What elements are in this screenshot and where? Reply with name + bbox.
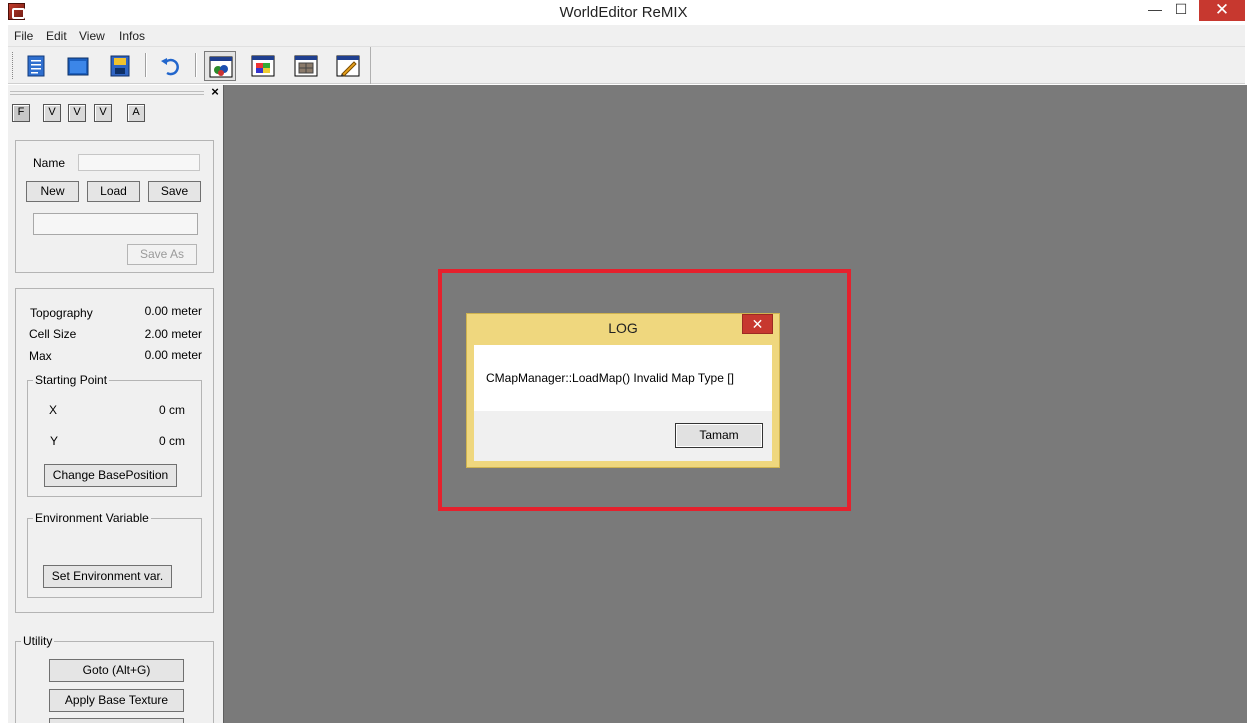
open-folder-icon	[67, 57, 89, 76]
save-map-button[interactable]: Save	[148, 181, 201, 202]
menu-edit[interactable]: Edit	[46, 29, 67, 43]
maximize-button[interactable]: ☐	[1168, 0, 1194, 21]
cell-size-label: Cell Size	[29, 327, 77, 341]
menu-view[interactable]: View	[79, 29, 105, 43]
log-dialog: LOG ✕ CMapManager::LoadMap() Invalid Map…	[466, 313, 780, 468]
menu-infos[interactable]: Infos	[119, 29, 145, 43]
panel-grip[interactable]	[10, 91, 204, 95]
undo-icon	[161, 58, 179, 76]
utility-extra-button[interactable]	[49, 718, 184, 723]
max-value: 0.00 meter	[144, 348, 202, 362]
object-view-button[interactable]	[204, 51, 236, 81]
map-path-field[interactable]	[33, 213, 198, 235]
utility-title: Utility	[21, 634, 55, 648]
object-view-icon	[209, 56, 233, 78]
topography-value: 0.00 meter	[144, 304, 202, 318]
brush-tool-button[interactable]	[332, 51, 364, 81]
new-document-button[interactable]	[20, 51, 52, 81]
x-value: 0 cm	[158, 403, 185, 417]
y-value: 0 cm	[158, 434, 185, 448]
grid-view-icon	[294, 55, 318, 77]
name-label: Name	[33, 156, 66, 170]
save-button[interactable]	[104, 51, 136, 81]
toolbar-separator	[145, 53, 147, 77]
dialog-title: LOG	[608, 320, 638, 336]
left-panel: × F V V V A Name New Load Save Save As T…	[8, 85, 223, 723]
toolbar-grip[interactable]	[12, 52, 15, 79]
dialog-message: CMapManager::LoadMap() Invalid Map Type …	[486, 371, 734, 385]
max-label: Max	[29, 349, 52, 363]
starting-point-title: Starting Point	[33, 373, 110, 387]
change-base-position-button[interactable]: Change BasePosition	[44, 464, 177, 487]
terrain-info-group: Topography 0.00 meter Cell Size 2.00 met…	[15, 288, 214, 613]
save-icon	[110, 55, 130, 77]
menu-file[interactable]: File	[14, 29, 33, 43]
set-environment-button[interactable]: Set Environment var.	[43, 565, 172, 588]
y-label: Y	[50, 434, 59, 448]
tab-f[interactable]: F	[12, 104, 30, 122]
window-title: WorldEditor ReMIX	[559, 4, 688, 21]
name-field[interactable]	[78, 154, 200, 171]
environment-variable-group: Environment Variable Set Environment var…	[27, 511, 202, 598]
menu-bar: File Edit View Infos	[8, 25, 1245, 47]
brush-tool-icon	[336, 55, 360, 77]
goto-button[interactable]: Goto (Alt+G)	[49, 659, 184, 682]
panel-close-button[interactable]: ×	[208, 85, 222, 99]
title-bar: WorldEditor ReMIX — ☐ ✕	[0, 0, 1247, 24]
dialog-close-button[interactable]: ✕	[742, 314, 773, 334]
new-button[interactable]: New	[26, 181, 79, 202]
dialog-ok-button[interactable]: Tamam	[675, 423, 763, 448]
tab-v3[interactable]: V	[94, 104, 112, 122]
tab-v2[interactable]: V	[68, 104, 86, 122]
grid-view-button[interactable]	[290, 51, 322, 81]
topography-label: Topography	[30, 306, 93, 320]
close-window-button[interactable]: ✕	[1199, 0, 1245, 21]
texture-view-button[interactable]	[247, 51, 279, 81]
open-button[interactable]	[62, 51, 94, 81]
dialog-body: CMapManager::LoadMap() Invalid Map Type …	[474, 345, 772, 461]
apply-base-texture-button[interactable]: Apply Base Texture	[49, 689, 184, 712]
x-label: X	[49, 403, 58, 417]
load-button[interactable]: Load	[87, 181, 140, 202]
minimize-button[interactable]: —	[1142, 0, 1168, 21]
cell-size-value: 2.00 meter	[144, 327, 202, 341]
toolbar-edge	[370, 47, 371, 84]
toolbar-separator	[195, 53, 197, 77]
tab-v1[interactable]: V	[43, 104, 61, 122]
save-as-button[interactable]: Save As	[127, 244, 197, 265]
tab-a[interactable]: A	[127, 104, 145, 122]
new-document-icon	[27, 55, 45, 77]
environment-variable-title: Environment Variable	[33, 511, 151, 525]
dialog-message-area: CMapManager::LoadMap() Invalid Map Type …	[474, 345, 772, 411]
texture-view-icon	[251, 55, 275, 77]
map-group: Name New Load Save Save As	[15, 140, 214, 273]
starting-point-group: Starting Point X 0 cm Y 0 cm Change Base…	[27, 373, 202, 497]
toolbar	[8, 47, 1245, 84]
undo-button[interactable]	[154, 51, 186, 81]
utility-group: Utility Goto (Alt+G) Apply Base Texture	[15, 634, 214, 723]
